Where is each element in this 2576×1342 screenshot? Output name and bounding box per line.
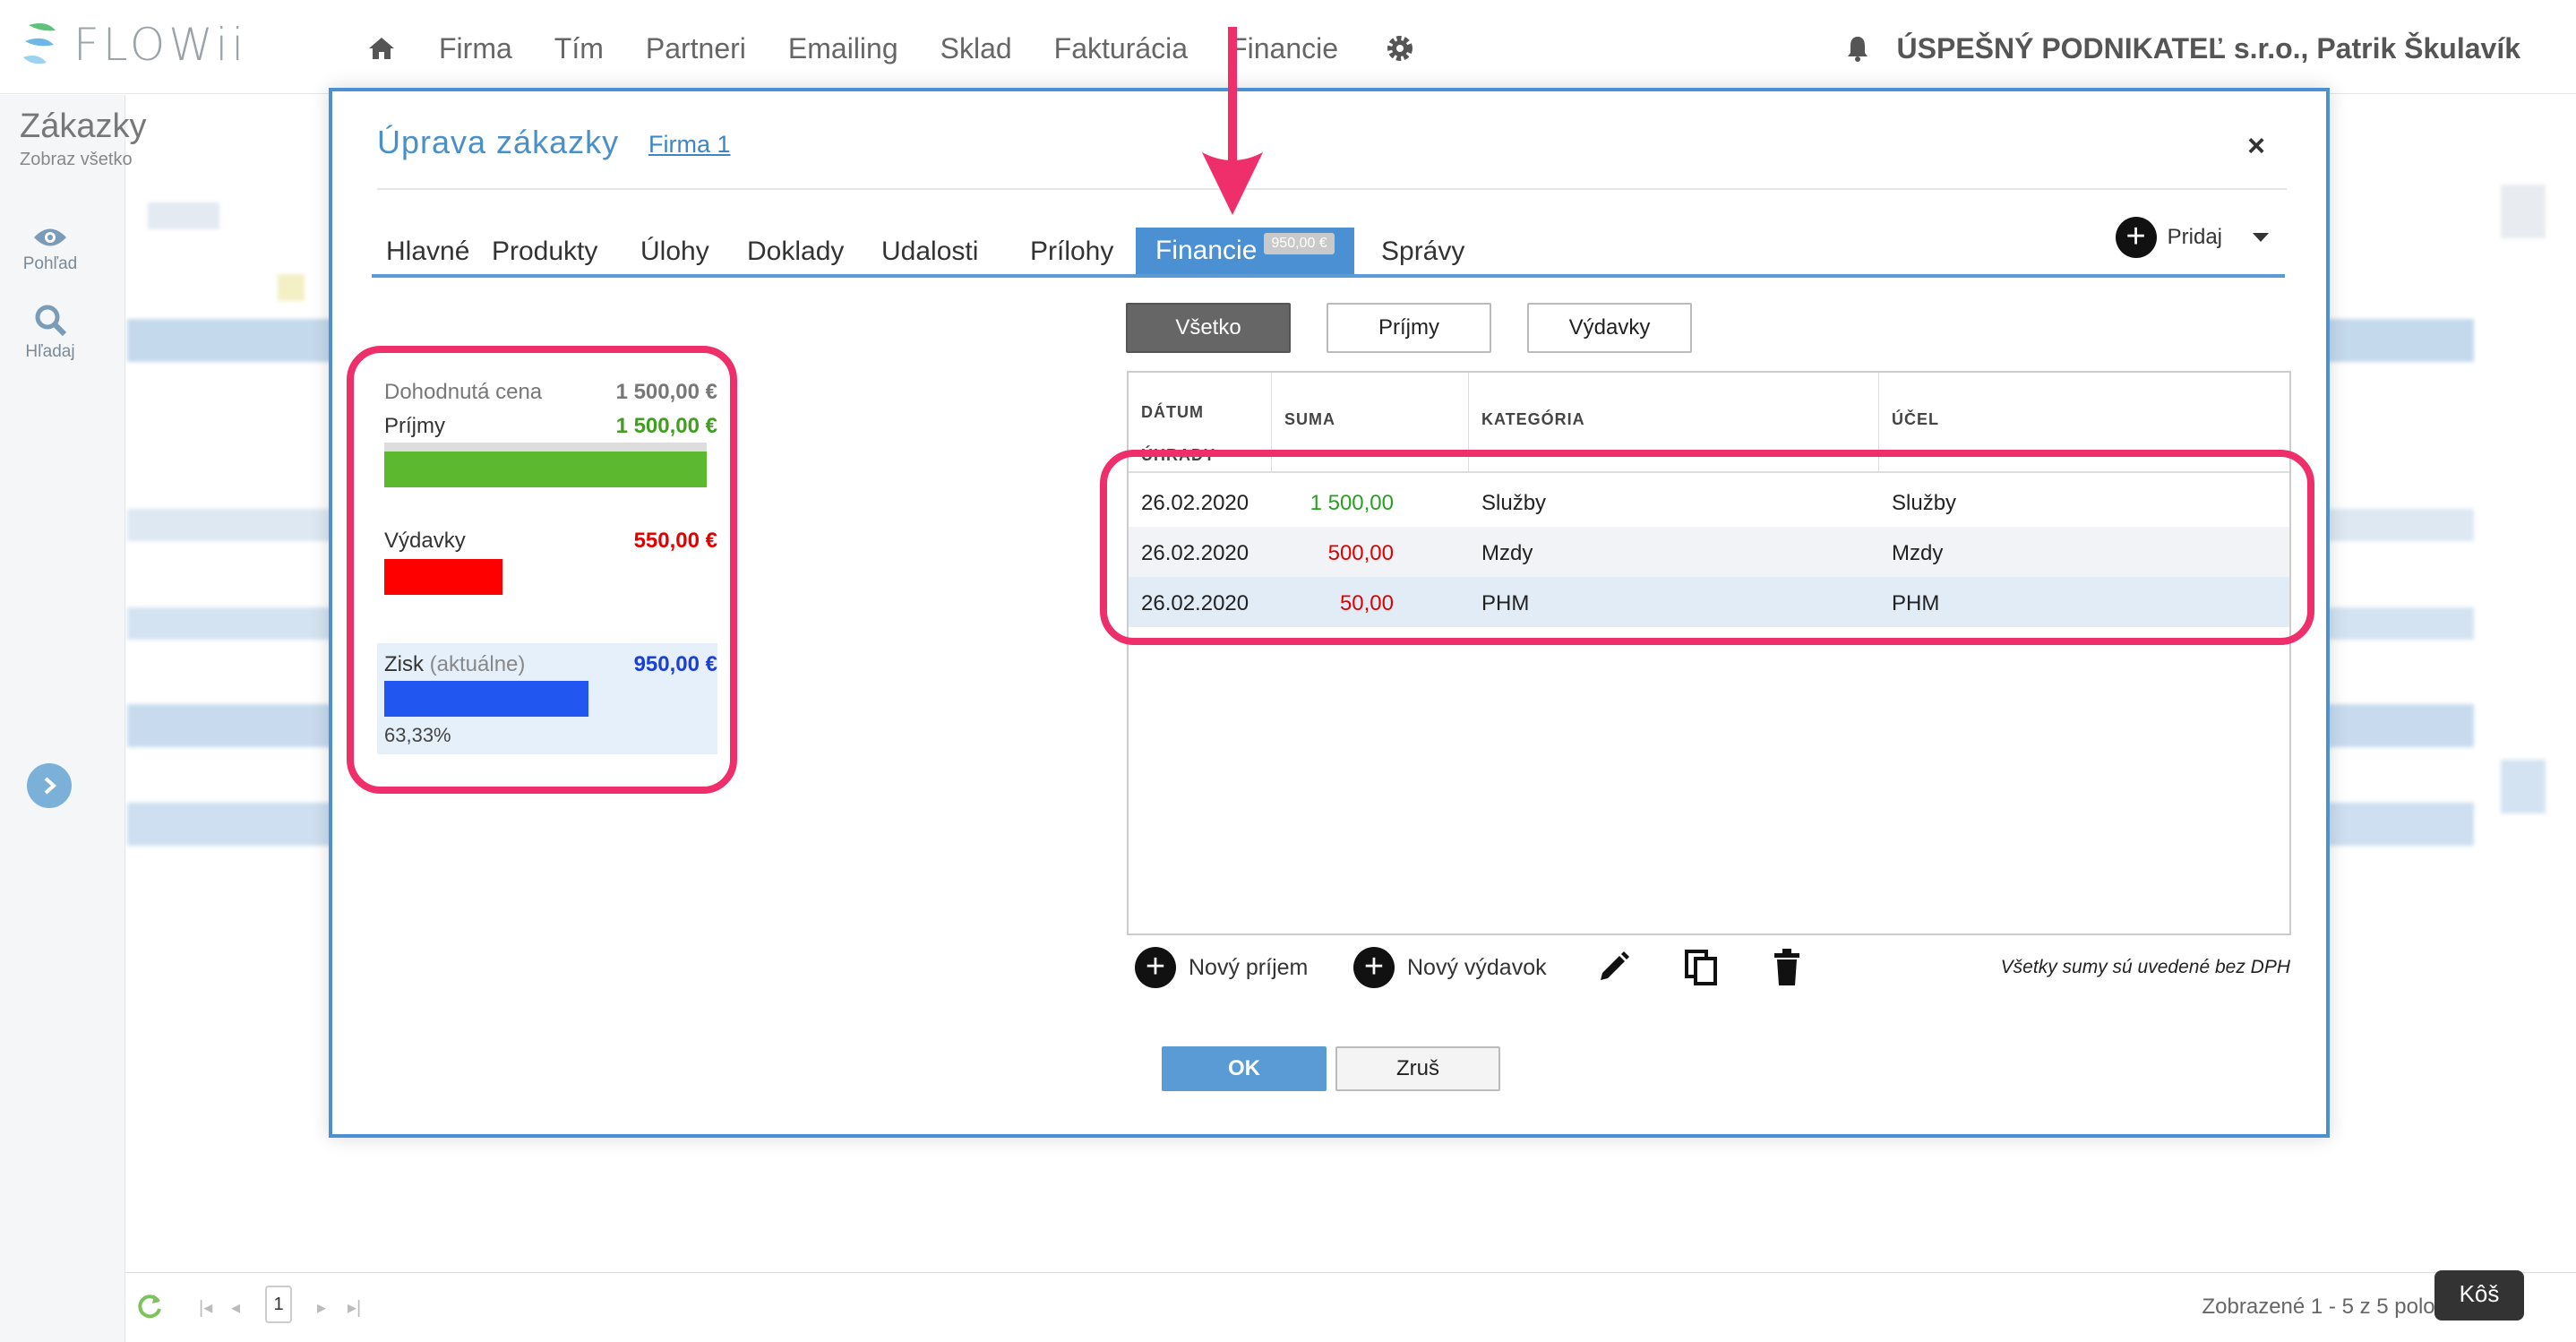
cancel-button[interactable]: Zruš <box>1335 1046 1500 1091</box>
search-button[interactable]: Hľadaj <box>13 303 88 362</box>
profit-label: Zisk <box>384 652 424 676</box>
expand-panel-button[interactable] <box>27 763 72 808</box>
bell-icon[interactable] <box>1844 34 1871 63</box>
ok-button[interactable]: OK <box>1162 1046 1327 1091</box>
new-expense-label: Nový výdavok <box>1407 954 1547 980</box>
logo-text: FLOWii <box>73 19 248 71</box>
vat-note: Všetky sumy sú uvedené bez DPH <box>2000 957 2290 977</box>
next-page-icon[interactable]: ▸ <box>317 1296 326 1319</box>
plus-icon: + <box>1135 947 1176 988</box>
filter-expenses[interactable]: Výdavky <box>1527 303 1692 353</box>
tab-hlavne[interactable]: Hlavné <box>386 231 469 274</box>
add-button[interactable]: + Pridaj <box>2115 217 2269 258</box>
tab-spravy[interactable]: Správy <box>1381 231 1464 274</box>
divider <box>377 188 2287 190</box>
home-icon[interactable] <box>362 29 401 68</box>
new-income-button[interactable]: + Nový príjem <box>1135 941 1308 994</box>
new-expense-button[interactable]: + Nový výdavok <box>1353 941 1547 994</box>
tab-financie-label: Financie <box>1155 236 1258 265</box>
close-icon[interactable]: × <box>2247 129 2265 164</box>
page-number[interactable]: 1 <box>265 1286 292 1323</box>
expenses-bar <box>384 559 502 595</box>
search-icon <box>35 305 67 337</box>
user-menu[interactable]: ÚSPEŠNÝ PODNIKATEĽ s.r.o., Patrik Škulav… <box>1844 25 2520 72</box>
tab-produkty[interactable]: Produkty <box>492 231 597 274</box>
edit-icon[interactable] <box>1595 950 1631 985</box>
nav-item-firma[interactable]: Firma <box>439 32 512 65</box>
copy-icon[interactable] <box>1683 948 1719 987</box>
trash-icon[interactable] <box>1771 948 1803 987</box>
finance-summary: Dohodnutá cena 1 500,00 € Príjmy 1 500,0… <box>372 360 730 763</box>
agreed-price-row: Dohodnutá cena 1 500,00 € <box>384 380 717 405</box>
tab-ulohy[interactable]: Úlohy <box>640 231 709 274</box>
modal-tabs: Hlavné Produkty Úlohy Doklady Udalosti P… <box>372 228 2285 278</box>
nav-item-partneri[interactable]: Partneri <box>646 32 746 65</box>
filter-income[interactable]: Príjmy <box>1327 303 1491 353</box>
top-bar: FLOWii Firma Tím Partneri Emailing Sklad… <box>0 0 2576 94</box>
modal-title: Úprava zákazky <box>377 124 620 160</box>
eye-icon <box>34 228 66 246</box>
records-shown: Zobrazené 1 - 5 z 5 položi <box>2202 1295 2451 1319</box>
expenses-value: 550,00 € <box>633 529 717 553</box>
nav-item-sklad[interactable]: Sklad <box>940 32 1012 65</box>
profit-percent: 63,33% <box>384 724 451 746</box>
search-label: Hľadaj <box>25 342 75 361</box>
prev-page-icon[interactable]: ◂ <box>231 1296 240 1319</box>
agreed-price-value: 1 500,00 € <box>615 380 717 404</box>
expenses-label: Výdavky <box>384 529 466 553</box>
caret-down-icon[interactable] <box>2253 233 2269 242</box>
nav-item-tim[interactable]: Tím <box>554 32 604 65</box>
profit-value: 950,00 € <box>633 652 717 676</box>
add-label: Pridaj <box>2167 225 2222 249</box>
nav-item-emailing[interactable]: Emailing <box>788 32 898 65</box>
last-page-icon[interactable]: ▸| <box>348 1296 361 1319</box>
profit-row: Zisk (aktuálne) 950,00 € <box>384 652 717 677</box>
first-page-icon[interactable]: |◂ <box>199 1296 212 1319</box>
page-subtitle[interactable]: Zobraz všetko <box>20 150 133 170</box>
profit-bar <box>384 681 588 717</box>
refresh-icon[interactable] <box>134 1291 165 1321</box>
gear-icon[interactable] <box>1380 29 1420 68</box>
income-bar <box>384 452 707 487</box>
nav-item-fakturacia[interactable]: Fakturácia <box>1054 32 1188 65</box>
income-value: 1 500,00 € <box>615 414 717 438</box>
plus-icon: + <box>1353 947 1395 988</box>
tab-financie[interactable]: Financie 950,00 € <box>1136 228 1354 274</box>
chevron-right-icon <box>44 777 57 795</box>
new-income-label: Nový príjem <box>1189 954 1309 980</box>
expenses-row: Výdavky 550,00 € <box>384 529 717 554</box>
col-header-purpose-label: ÚČEL <box>1892 410 1939 428</box>
page-title: Zákazky <box>20 108 147 145</box>
tab-udalosti[interactable]: Udalosti <box>881 231 978 274</box>
income-bar-track <box>384 443 707 452</box>
plus-icon: + <box>2115 217 2157 258</box>
profit-sublabel: (aktuálne) <box>429 652 526 676</box>
table-highlight-frame <box>1100 450 2314 645</box>
left-panel <box>0 95 125 1342</box>
tab-prilohy[interactable]: Prílohy <box>1030 231 1113 274</box>
view-button[interactable]: Pohľad <box>13 226 88 274</box>
user-name: ÚSPEŠNÝ PODNIKATEĽ s.r.o., Patrik Škulav… <box>1896 31 2520 65</box>
view-label: Pohľad <box>22 254 78 273</box>
arrow-down-icon <box>1202 27 1263 215</box>
income-row: Príjmy 1 500,00 € <box>384 414 717 439</box>
profit-badge: 950,00 € <box>1264 233 1335 254</box>
status-bar: |◂ ◂ 1 ▸ ▸| Zobrazené 1 - 5 z 5 položi <box>125 1272 2576 1342</box>
logo-icon <box>23 23 56 65</box>
filter-all[interactable]: Všetko <box>1126 303 1291 353</box>
company-link[interactable]: Firma 1 <box>648 131 731 159</box>
agreed-price-label: Dohodnutá cena <box>384 380 543 404</box>
col-header-category-label: KATEGÓRIA <box>1481 410 1585 428</box>
logo[interactable]: FLOWii <box>20 13 247 77</box>
income-label: Príjmy <box>384 414 445 438</box>
edit-order-modal: Úprava zákazky Firma 1 × Hlavné Produkty… <box>329 88 2330 1138</box>
trash-tooltip: Kôš <box>2434 1270 2524 1320</box>
tab-doklady[interactable]: Doklady <box>747 231 844 274</box>
col-header-amount-label: SUMA <box>1284 410 1335 428</box>
